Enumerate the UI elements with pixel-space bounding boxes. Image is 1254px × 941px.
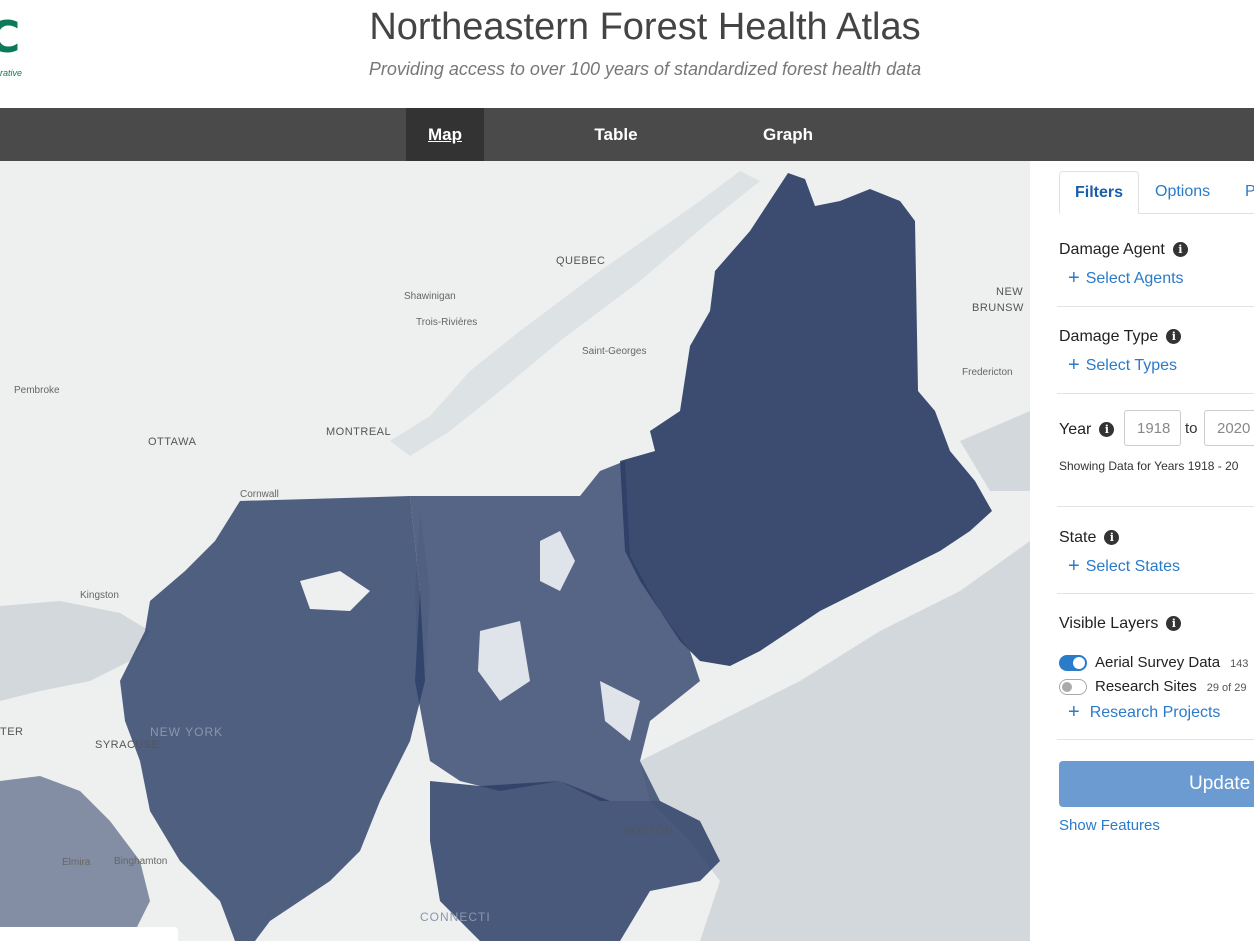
select-agents-link[interactable]: + Select Agents [1068, 267, 1184, 290]
year-label: Year [1059, 421, 1092, 438]
map-label-ottawa: OTTAWA [148, 436, 197, 448]
tab-p[interactable]: P [1245, 171, 1254, 212]
map-label-boston: BOSTON [624, 825, 674, 837]
select-agents-label: Select Agents [1085, 270, 1184, 287]
filter-sidebar: Filters Options P Damage Agent i + Select … [1030, 161, 1254, 941]
map-label-saint-georges: Saint-Georges [582, 346, 647, 357]
damage-type-label: Damage Type [1059, 328, 1159, 345]
map-label-shawinigan: Shawinigan [404, 291, 456, 302]
nav-table-tab[interactable]: Table [572, 108, 660, 161]
map-label-trois-rivieres: Trois-Rivières [416, 317, 478, 328]
map-label-ter: TER [0, 726, 24, 738]
state-label: State [1059, 529, 1097, 546]
research-projects-label: Research Projects [1089, 704, 1221, 721]
damage-agent-label: Damage Agent [1059, 241, 1165, 258]
divider [1057, 739, 1254, 740]
aerial-survey-count: 143 [1230, 658, 1249, 670]
tab-filters[interactable]: Filters [1059, 171, 1139, 214]
info-icon[interactable]: i [1172, 242, 1188, 257]
tab-options[interactable]: Options [1155, 171, 1210, 212]
divider [1057, 506, 1254, 507]
main-nav: Map Table Graph [0, 108, 1254, 161]
divider [1057, 306, 1254, 307]
research-sites-count: 29 of 29 [1206, 682, 1247, 694]
toggle-knob [1073, 657, 1085, 669]
year-to-label: to [1185, 420, 1198, 437]
map-label-pembroke: Pembroke [14, 385, 60, 396]
nav-graph-tab[interactable]: Graph [742, 108, 834, 161]
show-features-link[interactable]: Show Features [1059, 817, 1160, 834]
year-range-note: Showing Data for Years 1918 - 20 [1059, 459, 1239, 473]
map-label-elmira: Elmira [62, 857, 91, 868]
damage-type-section: Damage Type i [1059, 328, 1182, 346]
visible-layers-label: Visible Layers [1059, 615, 1159, 632]
map-label-montreal: MONTREAL [326, 426, 392, 438]
map-label-new-york: NEW YORK [150, 725, 224, 739]
select-states-label: Select States [1085, 558, 1180, 575]
select-types-link[interactable]: + Select Types [1068, 354, 1177, 377]
info-icon[interactable]: i [1166, 616, 1182, 631]
visible-layers-section: Visible Layers i [1059, 615, 1182, 633]
site-header: C rative Northeastern Forest Health Atla… [0, 0, 1254, 108]
map-label-fredericton: Fredericton [962, 367, 1013, 378]
divider [1057, 593, 1254, 594]
map-label-kingston: Kingston [80, 590, 119, 601]
map-label-syracuse: SYRACUSE [95, 739, 160, 751]
page-title: Northeastern Forest Health Atlas [369, 6, 921, 48]
research-sites-layer: Research Sites 29 of 29 [1095, 678, 1246, 695]
newyork-coverage [120, 496, 425, 941]
info-icon[interactable]: i [1166, 329, 1182, 344]
map-canvas[interactable]: QUEBEC Shawinigan Trois-Rivières Saint-G… [0, 161, 1030, 941]
nav-map-tab[interactable]: Map [406, 108, 484, 161]
research-projects-link[interactable]: + Research Projects [1068, 701, 1220, 724]
plus-icon: + [1068, 267, 1080, 289]
map-label-new: NEW [996, 286, 1024, 298]
map-scale-box [0, 927, 178, 941]
divider [1057, 393, 1254, 394]
select-types-label: Select Types [1085, 357, 1177, 374]
info-icon[interactable]: i [1104, 530, 1120, 545]
year-section: Year i [1059, 421, 1115, 439]
plus-icon: + [1068, 555, 1080, 577]
research-sites-label: Research Sites [1095, 678, 1197, 695]
plus-icon: + [1068, 354, 1080, 376]
sidebar-tabs: Filters Options P [1059, 171, 1254, 214]
update-button[interactable]: Update [1059, 761, 1254, 807]
map-label-connecticut: CONNECTI [420, 910, 491, 924]
plus-icon: + [1068, 701, 1080, 723]
state-section: State i [1059, 529, 1120, 547]
info-icon[interactable]: i [1099, 422, 1115, 437]
map-label-quebec: QUEBEC [556, 255, 606, 267]
toggle-knob [1062, 682, 1072, 692]
aerial-survey-toggle[interactable] [1059, 655, 1087, 671]
aerial-survey-layer: Aerial Survey Data 143 [1095, 654, 1248, 671]
year-from-input[interactable]: 1918 [1124, 410, 1181, 446]
page-subtitle: Providing access to over 100 years of st… [368, 59, 922, 79]
research-sites-toggle[interactable] [1059, 679, 1087, 695]
aerial-survey-label: Aerial Survey Data [1095, 654, 1221, 671]
year-to-input[interactable]: 2020 [1204, 410, 1254, 446]
select-states-link[interactable]: + Select States [1068, 555, 1180, 578]
map-label-brunsw: BRUNSW [972, 302, 1024, 314]
damage-agent-section: Damage Agent i [1059, 241, 1188, 259]
map-layers [0, 171, 1030, 941]
map-label-cornwall: Cornwall [240, 489, 279, 500]
map-label-binghamton: Binghamton [114, 856, 168, 867]
